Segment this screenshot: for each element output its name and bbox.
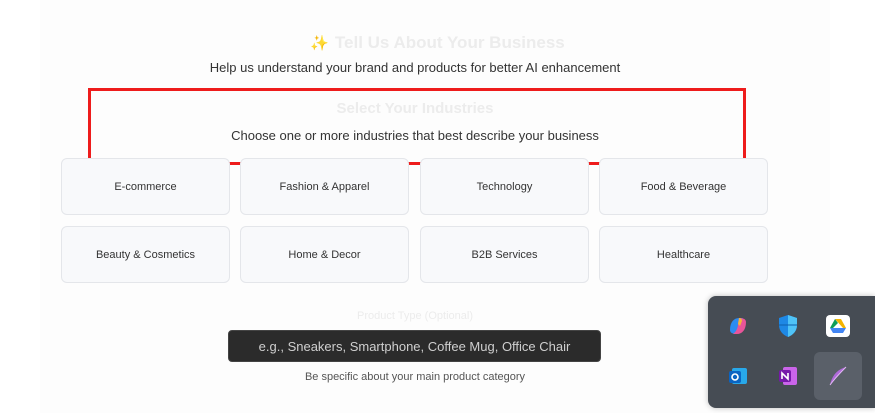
industry-card-fashion[interactable]: Fashion & Apparel: [240, 158, 409, 215]
onenote-icon[interactable]: [764, 352, 812, 400]
feather-pen-icon[interactable]: [814, 352, 862, 400]
industry-card-beauty[interactable]: Beauty & Cosmetics: [61, 226, 230, 283]
sparkle-icon: ✨: [310, 35, 329, 52]
product-help-text: Be specific about your main product cate…: [304, 371, 526, 383]
system-tray-overflow: [708, 296, 875, 408]
page-subtitle: Help us understand your brand and produc…: [209, 60, 621, 75]
page-title: ✨ Tell Us About Your Business: [310, 33, 565, 52]
industry-card-home[interactable]: Home & Decor: [240, 226, 409, 283]
industry-card-healthcare[interactable]: Healthcare: [599, 226, 768, 283]
defender-icon[interactable]: [764, 302, 812, 350]
industry-card-b2b[interactable]: B2B Services: [420, 226, 589, 283]
product-type-input[interactable]: [228, 330, 601, 362]
product-type-label: Product Type (Optional): [357, 310, 473, 322]
industry-card-food[interactable]: Food & Beverage: [599, 158, 768, 215]
google-drive-icon[interactable]: [814, 302, 862, 350]
outlook-icon[interactable]: [714, 352, 762, 400]
industry-card-ecommerce[interactable]: E-commerce: [61, 158, 230, 215]
copilot-icon[interactable]: [714, 302, 762, 350]
industry-card-technology[interactable]: Technology: [420, 158, 589, 215]
highlight-box: [88, 88, 746, 165]
